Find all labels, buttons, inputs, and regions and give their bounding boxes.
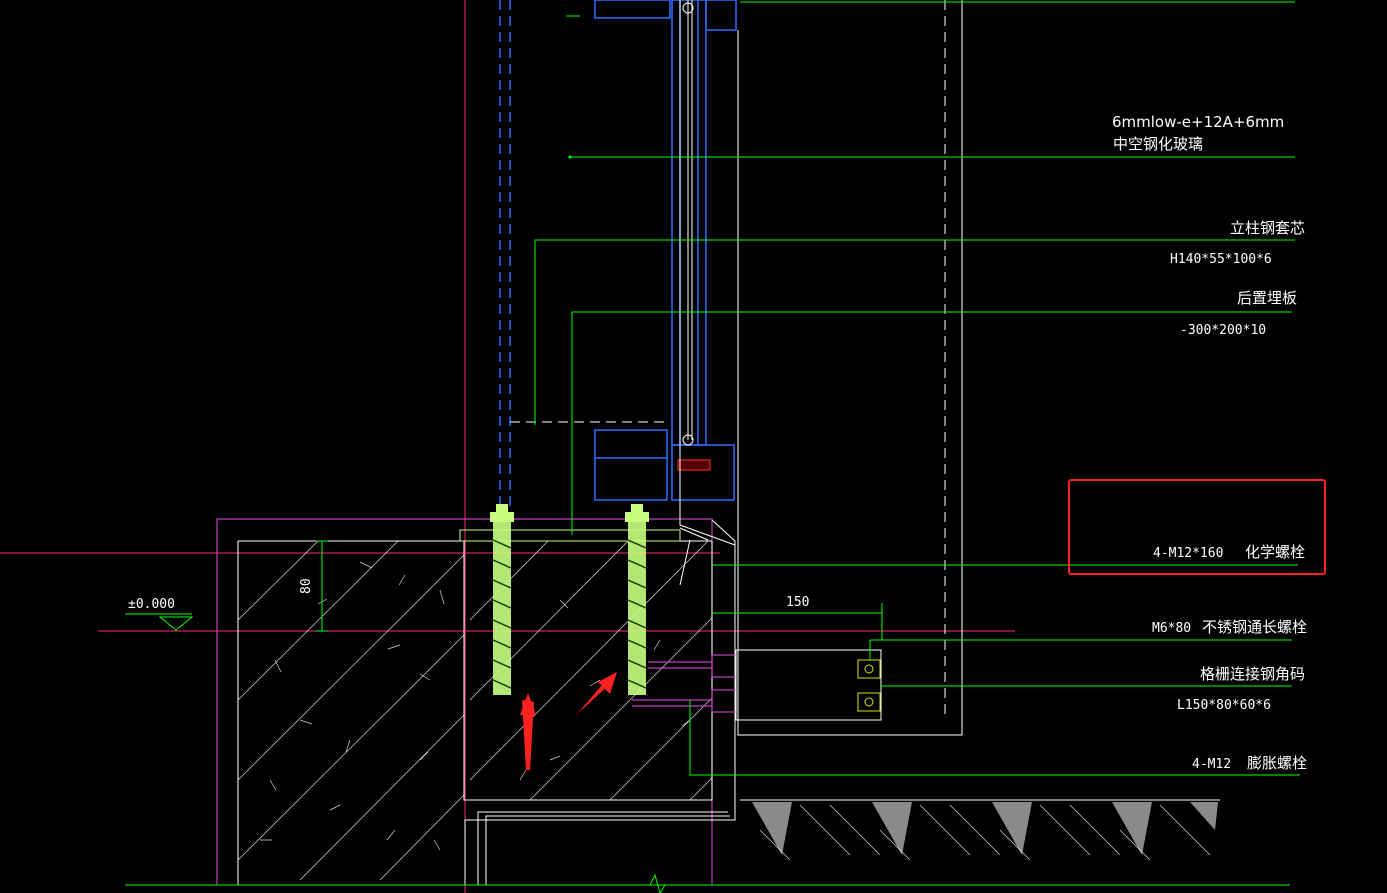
exp-bolt-name-label: 膨胀螺栓 — [1247, 754, 1307, 772]
chem-bolt-name-label: 化学螺栓 — [1245, 543, 1305, 561]
cad-detail-drawing: 80 ±0.000 150 6mmlow-e+12A+6mm 中空钢化玻璃 立柱… — [0, 0, 1326, 893]
dimension-depth: 80 — [299, 540, 328, 632]
embed-spec-label: -300*200*10 — [1180, 323, 1266, 338]
red-arrows — [520, 672, 617, 770]
break-mark — [649, 873, 666, 893]
embed-plate-label: 后置埋板 — [1237, 289, 1297, 307]
concrete-block — [237, 519, 736, 885]
offset-dimension-text: 150 — [786, 595, 809, 610]
ss-bolt-name-label: 不锈钢通长螺栓 — [1202, 618, 1307, 636]
ss-bolt-spec-label: M6*80 — [1152, 621, 1191, 636]
grille-angle-label: 格栅连接钢角码 — [1200, 665, 1305, 683]
elevation-marker: ±0.000 — [125, 597, 194, 631]
depth-dimension-text: 80 — [299, 578, 314, 594]
chem-bolt-spec-label: 4-M12*160 — [1153, 546, 1223, 561]
glass-spec-label: 6mmlow-e+12A+6mm — [1112, 113, 1284, 131]
grille-angle-bolts — [632, 527, 882, 721]
glass-name-label: 中空钢化玻璃 — [1113, 135, 1203, 153]
column-spec-label: H140*55*100*6 — [1170, 252, 1272, 267]
annotations: 6mmlow-e+12A+6mm 中空钢化玻璃 立柱钢套芯 H140*55*10… — [1112, 113, 1307, 772]
elevation-text: ±0.000 — [128, 597, 175, 612]
angle-spec-label: L150*80*60*6 — [1177, 698, 1271, 713]
reference-lines — [0, 0, 1015, 893]
window-frame — [594, 0, 737, 546]
column-core-label: 立柱钢套芯 — [1230, 219, 1305, 237]
ground-profile — [740, 799, 1220, 861]
exp-bolt-spec-label: 4-M12 — [1192, 757, 1231, 772]
column-dashed — [499, 0, 963, 736]
